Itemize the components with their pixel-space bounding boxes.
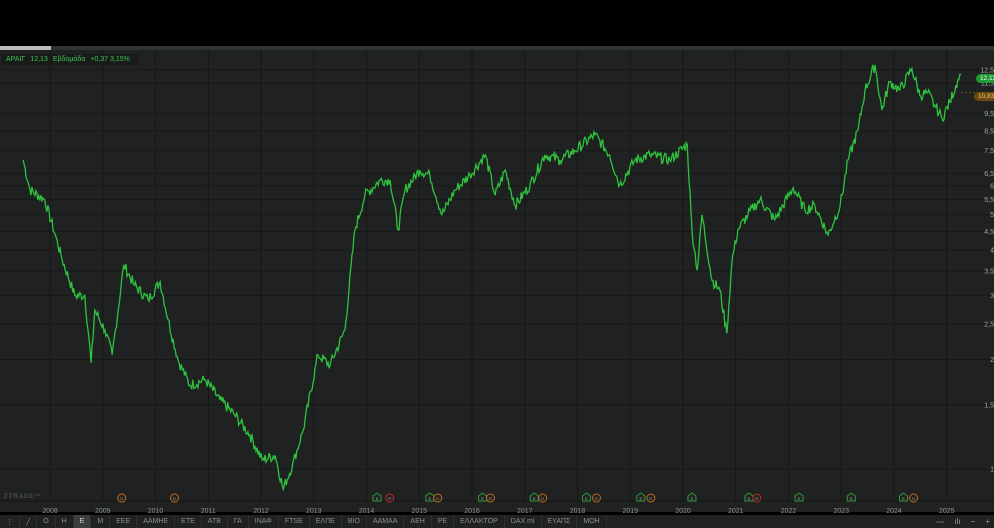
- toolbar-item[interactable]: ΕΕΕ: [110, 515, 138, 528]
- toolbar-item[interactable]: ΡΕ: [432, 515, 455, 528]
- x-tick-label: 2008: [42, 508, 58, 515]
- event-marker-label: D: [649, 496, 652, 501]
- x-tick-label: 2021: [728, 508, 744, 515]
- event-marker-label: D: [120, 496, 123, 501]
- toolbar-item[interactable]: ΑΤΒ: [202, 515, 228, 528]
- line-chart-icon[interactable]: 〰: [936, 517, 944, 528]
- y-tick-label: 5: [990, 212, 994, 219]
- toolbar-item[interactable]: ΜΟΗ: [577, 515, 607, 528]
- x-tick-label: 2011: [201, 508, 216, 515]
- x-tick-label: 2010: [148, 508, 164, 515]
- y-tick-label: 1,5: [984, 402, 994, 409]
- event-marker-label: E: [585, 496, 588, 501]
- event-marker-label: E: [902, 496, 905, 501]
- zoom-out-icon[interactable]: −: [971, 517, 976, 528]
- toolbar-item[interactable]: DAX mi: [505, 515, 542, 528]
- y-tick-label: 8,5: [984, 128, 994, 135]
- toolbar-item[interactable]: Ο: [37, 515, 56, 528]
- event-marker-label: E: [798, 496, 801, 501]
- toolbar-item[interactable]: FTSE: [279, 515, 310, 528]
- event-marker-label: E: [428, 496, 431, 501]
- x-tick-label: 2014: [359, 508, 375, 515]
- price-chart[interactable]: 2008 2009 2010 2011 2012 2013 2014 2015 2016 2017…: [0, 0, 994, 515]
- symbol-toolbar: ⋮ ╱ Ο Η Ε Μ ΕΕΕ ΑΑΜΗΕ ΕΤΕ ΑΤΒ ΓΑ ΙΝΑΦ FTSE ΕΛΠΕ ΒΙΟ Α…: [0, 515, 994, 528]
- x-tick-label: 2018: [570, 508, 586, 515]
- event-marker-label: E: [481, 496, 484, 501]
- x-tick-label: 2009: [95, 508, 111, 515]
- y-tick-label: 2: [990, 357, 994, 364]
- y-tick-label: 6: [990, 183, 994, 190]
- y-tick-label: 2,5: [984, 322, 994, 329]
- toolbar-item[interactable]: ΓΑ: [228, 515, 249, 528]
- x-tick-label: 2015: [411, 508, 427, 515]
- bar-chart-icon[interactable]: ılı: [954, 517, 960, 528]
- reference-price-badge: 10,83: [974, 92, 994, 101]
- y-tick-label: 4,5: [984, 229, 994, 236]
- event-marker-label: E: [533, 496, 536, 501]
- event-marker-label: E: [748, 496, 751, 501]
- chart-legend: ΑΡΑΙΓ 12,13 Εβδομάδα +0,37 3,15%: [2, 54, 139, 65]
- price-line: [22, 64, 962, 492]
- draw-line-icon[interactable]: ╱: [20, 515, 38, 528]
- toolbar-item[interactable]: Ε: [73, 515, 92, 528]
- x-tick-label: 2023: [833, 508, 849, 515]
- toolbar-item[interactable]: ΑΑΜΑΑ: [367, 515, 405, 528]
- y-tick-label: 3: [990, 293, 994, 300]
- x-tick-label: 2013: [306, 508, 322, 515]
- event-marker-label: D: [436, 496, 439, 501]
- legend-period: Εβδομάδα: [52, 56, 86, 63]
- x-tick-label: 2016: [464, 508, 480, 515]
- y-tick-label: 3,5: [984, 269, 994, 276]
- legend-change: +0,37 3,15%: [90, 56, 130, 63]
- x-tick-label: 2025: [939, 508, 955, 515]
- y-tick-label: 7,5: [984, 148, 994, 155]
- x-tick-label: 2019: [622, 508, 638, 515]
- toolbar-item[interactable]: ΑΑΜΗΕ: [137, 515, 176, 528]
- event-marker-label: D: [912, 496, 915, 501]
- event-marker-label: E: [639, 496, 642, 501]
- event-marker-label: D: [173, 496, 176, 501]
- event-marker-label: E: [850, 496, 853, 501]
- toolbar-item[interactable]: ΕΛΛΑΚΤΟΡ: [454, 515, 505, 528]
- event-marker-label: E: [376, 496, 379, 501]
- x-tick-label: 2012: [253, 508, 269, 515]
- y-tick-label: 9,5: [984, 111, 994, 118]
- toolbar-item[interactable]: ΒΙΟ: [342, 515, 367, 528]
- last-price-badge: 12,13: [976, 74, 994, 83]
- x-tick-label: 2024: [886, 508, 902, 515]
- legend-price: 12,13: [30, 56, 48, 63]
- x-tick-label: 2022: [781, 508, 797, 515]
- y-tick-label: 1: [990, 467, 994, 474]
- y-tick-label: 4: [990, 247, 994, 254]
- event-marker-label: E: [691, 496, 694, 501]
- event-marker-label: R: [755, 496, 758, 501]
- x-tick-label: 2020: [675, 508, 691, 515]
- toolbar-item[interactable]: ΕΛΠΕ: [310, 515, 342, 528]
- menu-icon[interactable]: ⋮: [0, 515, 20, 528]
- toolbar-item[interactable]: ΑΕΗ: [404, 515, 432, 528]
- legend-symbol: ΑΡΑΙΓ: [6, 56, 26, 63]
- event-marker-label: D: [541, 496, 544, 501]
- toolbar-item[interactable]: ΙΝΑΦ: [249, 515, 279, 528]
- chart-tools: 〰 ılı − +: [936, 517, 990, 528]
- toolbar-item[interactable]: Μ: [91, 515, 111, 528]
- toolbar-item[interactable]: ΕΤΕ: [175, 515, 202, 528]
- toolbar-item[interactable]: ΕΥΑΠΣ: [542, 515, 578, 528]
- event-marker-label: D: [489, 496, 492, 501]
- y-tick-label: 5,5: [984, 197, 994, 204]
- event-marker-label: D: [595, 496, 598, 501]
- event-marker-label: R: [388, 496, 391, 501]
- zoom-in-icon[interactable]: +: [985, 517, 990, 528]
- toolbar-item[interactable]: Η: [56, 515, 74, 528]
- x-tick-label: 2017: [517, 508, 533, 515]
- logo: ZTRADE™: [4, 494, 42, 500]
- y-tick-label: 6,5: [984, 171, 994, 178]
